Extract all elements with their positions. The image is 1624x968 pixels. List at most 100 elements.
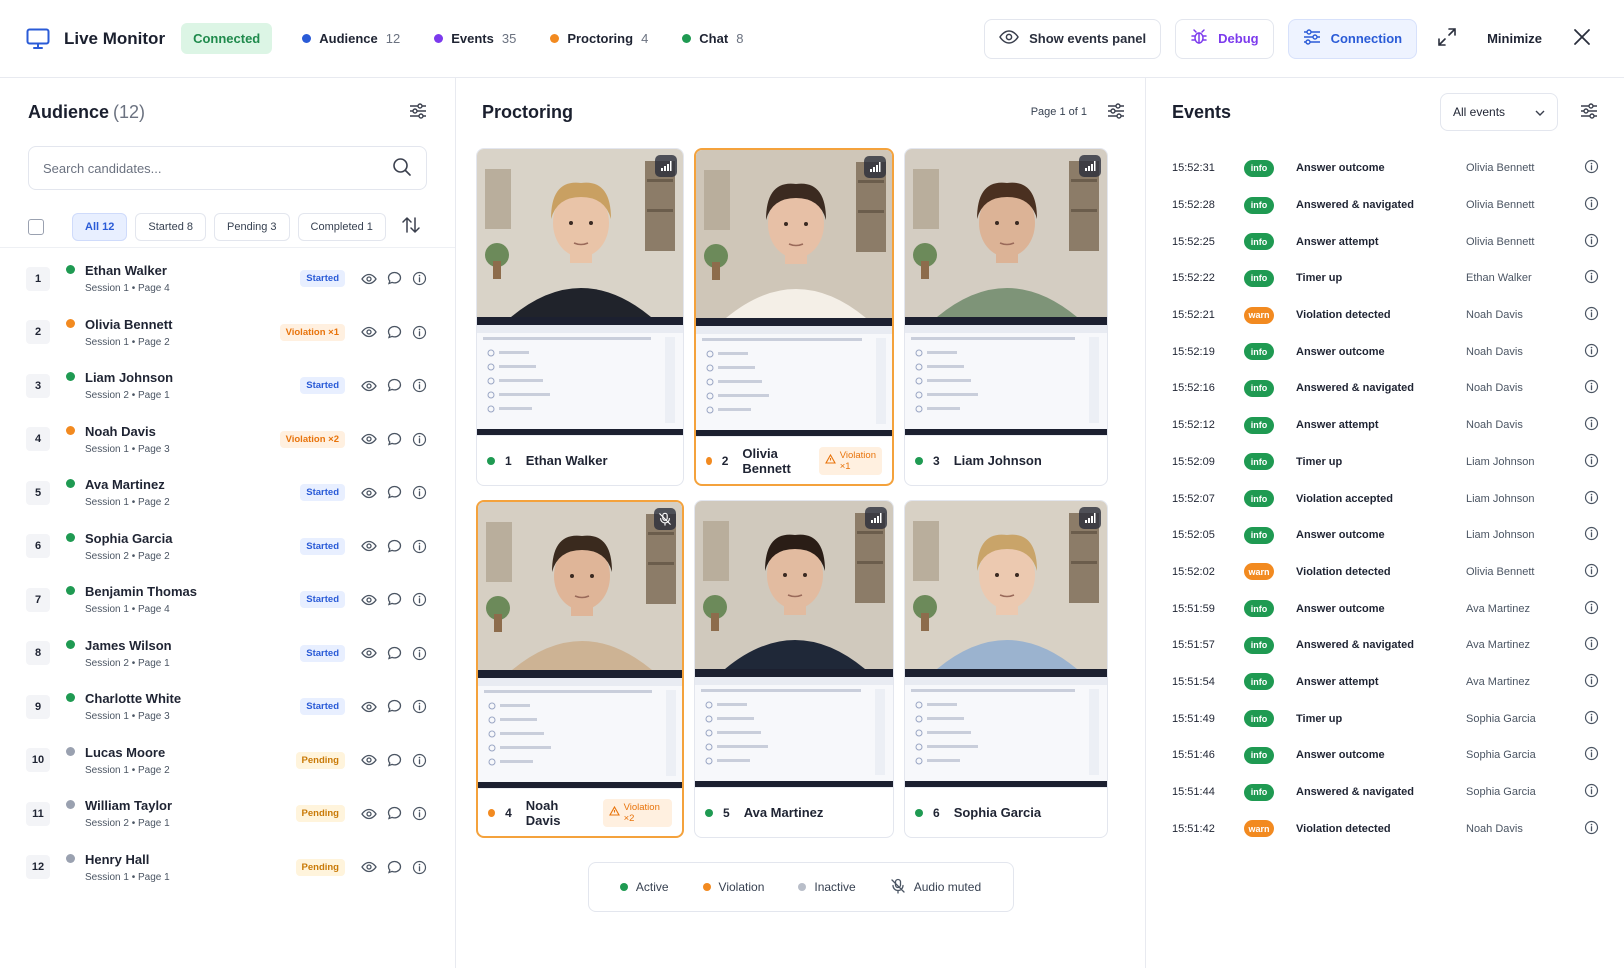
info-icon[interactable]: [1584, 600, 1599, 618]
event-row[interactable]: 15:52:02 warn Violation detected Olivia Ben…: [1172, 554, 1599, 591]
info-icon[interactable]: [1584, 453, 1599, 471]
info-icon[interactable]: [412, 539, 427, 554]
view-icon[interactable]: [361, 380, 377, 392]
event-row[interactable]: 15:52:22 info Timer up Ethan Walker: [1172, 260, 1599, 297]
info-icon[interactable]: [1584, 746, 1599, 764]
events-settings-icon[interactable]: [1580, 102, 1598, 122]
candidate-row[interactable]: 5 Ava Martinez Session 1 • Page 2 Started: [26, 466, 427, 520]
proctor-tile[interactable]: 2 Olivia Bennett Violation ×1: [694, 148, 894, 486]
view-icon[interactable]: [361, 808, 377, 820]
event-row[interactable]: 15:51:42 warn Violation detected Noah Davis: [1172, 810, 1599, 847]
chat-icon[interactable]: [387, 646, 402, 661]
view-icon[interactable]: [361, 433, 377, 445]
chat-icon[interactable]: [387, 271, 402, 286]
expand-button[interactable]: [1431, 23, 1463, 55]
info-icon[interactable]: [1584, 416, 1599, 434]
info-icon[interactable]: [1584, 233, 1599, 251]
info-icon[interactable]: [412, 806, 427, 821]
event-row[interactable]: 15:52:05 info Answer outcome Liam Johnson: [1172, 517, 1599, 554]
info-icon[interactable]: [1584, 820, 1599, 838]
event-row[interactable]: 15:51:59 info Answer outcome Ava Martinez: [1172, 590, 1599, 627]
search-input[interactable]: [43, 160, 392, 176]
view-icon[interactable]: [361, 326, 377, 338]
counter-chat[interactable]: Chat 8: [682, 31, 743, 46]
candidate-row[interactable]: 3 Liam Johnson Session 2 • Page 1 Started: [26, 359, 427, 413]
info-icon[interactable]: [1584, 526, 1599, 544]
filter-chip[interactable]: Started 8: [135, 212, 206, 241]
sort-icon[interactable]: [401, 216, 421, 237]
audience-settings-icon[interactable]: [409, 102, 427, 122]
view-icon[interactable]: [361, 647, 377, 659]
chat-icon[interactable]: [387, 699, 402, 714]
candidate-row[interactable]: 1 Ethan Walker Session 1 • Page 4 Started: [26, 252, 427, 306]
info-icon[interactable]: [412, 432, 427, 447]
counter-events[interactable]: Events 35: [434, 31, 516, 46]
proctor-tile[interactable]: 6 Sophia Garcia: [904, 500, 1108, 838]
chat-icon[interactable]: [387, 432, 402, 447]
event-row[interactable]: 15:52:31 info Answer outcome Olivia Bennett: [1172, 150, 1599, 187]
proctor-tile[interactable]: 1 Ethan Walker: [476, 148, 684, 486]
candidate-row[interactable]: 12 Henry Hall Session 1 • Page 1 Pending: [26, 841, 427, 895]
event-row[interactable]: 15:52:19 info Answer outcome Noah Davis: [1172, 333, 1599, 370]
info-icon[interactable]: [1584, 636, 1599, 654]
proctor-tile[interactable]: 3 Liam Johnson: [904, 148, 1108, 486]
counter-proctoring[interactable]: Proctoring 4: [550, 31, 648, 46]
candidate-row[interactable]: 8 James Wilson Session 2 • Page 1 Started: [26, 627, 427, 681]
info-icon[interactable]: [1584, 196, 1599, 214]
show-events-panel-button[interactable]: Show events panel: [984, 18, 1162, 59]
info-icon[interactable]: [412, 753, 427, 768]
candidate-row[interactable]: 7 Benjamin Thomas Session 1 • Page 4 Starte…: [26, 573, 427, 627]
proctoring-settings-icon[interactable]: [1107, 102, 1125, 122]
chat-icon[interactable]: [387, 753, 402, 768]
chat-icon[interactable]: [387, 325, 402, 340]
search-icon[interactable]: [392, 157, 412, 180]
info-icon[interactable]: [412, 592, 427, 607]
info-icon[interactable]: [412, 325, 427, 340]
view-icon[interactable]: [361, 861, 377, 873]
counter-audience[interactable]: Audience 12: [302, 31, 400, 46]
chat-icon[interactable]: [387, 539, 402, 554]
candidate-row[interactable]: 9 Charlotte White Session 1 • Page 3 Starte…: [26, 680, 427, 734]
info-icon[interactable]: [1584, 673, 1599, 691]
info-icon[interactable]: [412, 378, 427, 393]
chat-icon[interactable]: [387, 378, 402, 393]
select-all-checkbox[interactable]: [28, 218, 44, 235]
info-icon[interactable]: [1584, 343, 1599, 361]
filter-chip[interactable]: All 12: [72, 212, 128, 241]
info-icon[interactable]: [1584, 269, 1599, 287]
events-filter-select[interactable]: All events: [1440, 93, 1558, 131]
chat-icon[interactable]: [387, 806, 402, 821]
info-icon[interactable]: [412, 860, 427, 875]
event-row[interactable]: 15:52:25 info Answer attempt Olivia Bennett: [1172, 223, 1599, 260]
info-icon[interactable]: [412, 485, 427, 500]
event-row[interactable]: 15:51:46 info Answer outcome Sophia Garcia: [1172, 737, 1599, 774]
info-icon[interactable]: [1584, 563, 1599, 581]
filter-chip[interactable]: Completed 1: [297, 212, 386, 241]
event-row[interactable]: 15:51:57 info Answered & navigated Ava Mart…: [1172, 627, 1599, 664]
event-row[interactable]: 15:51:54 info Answer attempt Ava Martinez: [1172, 664, 1599, 701]
event-row[interactable]: 15:52:07 info Violation accepted Liam Johns…: [1172, 480, 1599, 517]
candidate-row[interactable]: 11 William Taylor Session 2 • Page 1 Pendin…: [26, 787, 427, 841]
debug-button[interactable]: Debug: [1175, 18, 1274, 59]
minimize-button[interactable]: Minimize: [1477, 31, 1552, 46]
info-icon[interactable]: [412, 271, 427, 286]
close-button[interactable]: [1566, 23, 1598, 55]
view-icon[interactable]: [361, 594, 377, 606]
candidate-row[interactable]: 2 Olivia Bennett Session 1 • Page 2 Violati…: [26, 306, 427, 360]
info-icon[interactable]: [1584, 306, 1599, 324]
event-row[interactable]: 15:52:12 info Answer attempt Noah Davis: [1172, 407, 1599, 444]
event-row[interactable]: 15:51:44 info Answered & navigated Sophia G…: [1172, 774, 1599, 811]
connection-button[interactable]: Connection: [1287, 18, 1418, 59]
info-icon[interactable]: [1584, 159, 1599, 177]
candidate-row[interactable]: 10 Lucas Moore Session 1 • Page 2 Pending: [26, 734, 427, 788]
event-row[interactable]: 15:52:09 info Timer up Liam Johnson: [1172, 444, 1599, 481]
info-icon[interactable]: [412, 699, 427, 714]
candidate-row[interactable]: 6 Sophia Garcia Session 2 • Page 2 Started: [26, 520, 427, 574]
info-icon[interactable]: [1584, 783, 1599, 801]
info-icon[interactable]: [1584, 710, 1599, 728]
info-icon[interactable]: [1584, 379, 1599, 397]
candidate-row[interactable]: 4 Noah Davis Session 1 • Page 3 Violation ×…: [26, 413, 427, 467]
event-row[interactable]: 15:52:28 info Answered & navigated Olivia B…: [1172, 187, 1599, 224]
event-row[interactable]: 15:52:16 info Answered & navigated Noah Dav…: [1172, 370, 1599, 407]
view-icon[interactable]: [361, 754, 377, 766]
